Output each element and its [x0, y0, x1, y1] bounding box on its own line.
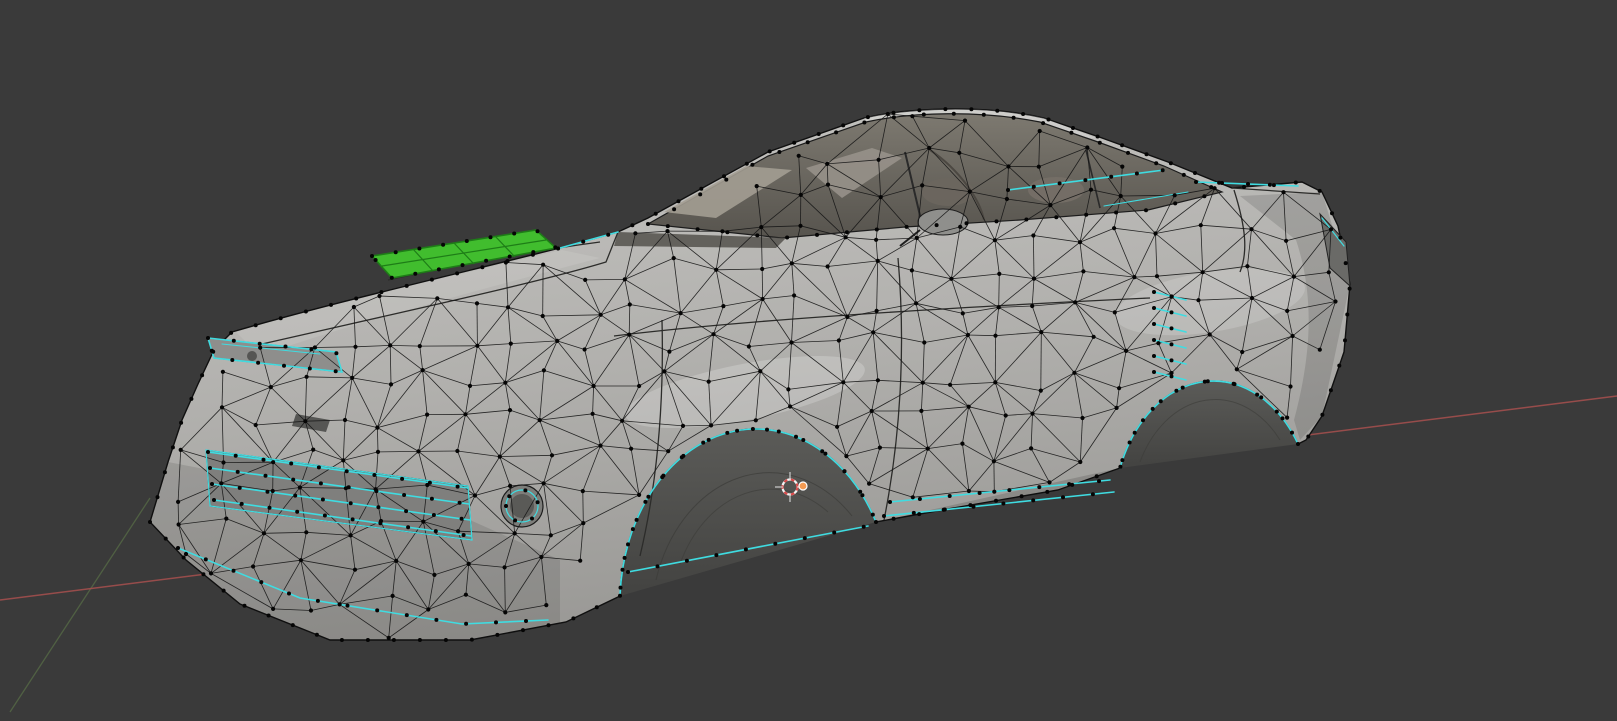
- blender-3d-viewport[interactable]: [0, 0, 1617, 721]
- headlight-bulb: [247, 351, 257, 361]
- object-origin: [799, 482, 807, 490]
- interior-seat: [922, 178, 974, 206]
- scene-canvas[interactable]: [0, 0, 1617, 721]
